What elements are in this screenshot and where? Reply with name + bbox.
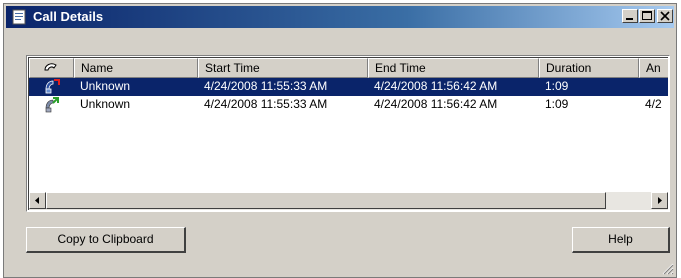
call-start-time: 4/24/2008 11:55:33 AM [204,79,328,93]
document-icon [12,9,26,25]
resize-grip-icon[interactable] [660,261,674,275]
close-button[interactable] [657,9,673,23]
outgoing-call-icon [45,97,59,113]
table-row[interactable]: Unknown 4/24/2008 11:55:33 AM 4/24/2008 … [29,78,668,96]
header-name[interactable]: Name [74,58,198,78]
minimize-icon [626,18,633,20]
call-end-time: 4/24/2008 11:56:42 AM [374,97,498,111]
call-duration: 1:09 [545,97,569,111]
help-button[interactable]: Help [572,227,670,253]
scroll-left-button[interactable] [29,192,46,209]
arrow-right-icon [658,197,662,204]
call-start-time: 4/24/2008 11:55:33 AM [204,97,328,111]
copy-to-clipboard-button[interactable]: Copy to Clipboard [26,227,186,253]
call-details-window: Call Details Name Start Time End Time Du… [3,3,677,278]
scroll-right-button[interactable] [651,192,668,209]
scrollbar-thumb[interactable] [46,192,606,209]
call-name: Unknown [80,79,131,93]
list-header: Name Start Time End Time Duration An [29,58,668,78]
arrow-left-icon [35,197,39,204]
close-icon [660,11,670,21]
header-start-time[interactable]: Start Time [198,58,368,78]
minimize-button[interactable] [622,9,638,23]
table-row[interactable]: Unknown 4/24/2008 11:55:33 AM 4/24/2008 … [29,96,668,114]
phone-handset-icon [44,63,57,71]
header-direction[interactable] [29,58,74,78]
incoming-call-icon [45,79,60,94]
header-duration[interactable]: Duration [539,58,639,78]
call-list[interactable]: Name Start Time End Time Duration An Unk… [26,55,670,212]
call-duration: 1:09 [545,79,569,93]
horizontal-scrollbar[interactable] [29,192,668,210]
title-bar[interactable]: Call Details [6,6,674,28]
maximize-button[interactable] [639,9,655,23]
call-name: Unknown [80,97,131,111]
call-end-time: 4/24/2008 11:56:42 AM [374,79,498,93]
call-extra: 4/2 [645,97,662,111]
header-extra[interactable]: An [639,58,668,78]
window-title: Call Details [33,9,104,24]
maximize-icon [642,11,652,20]
header-end-time[interactable]: End Time [368,58,539,78]
